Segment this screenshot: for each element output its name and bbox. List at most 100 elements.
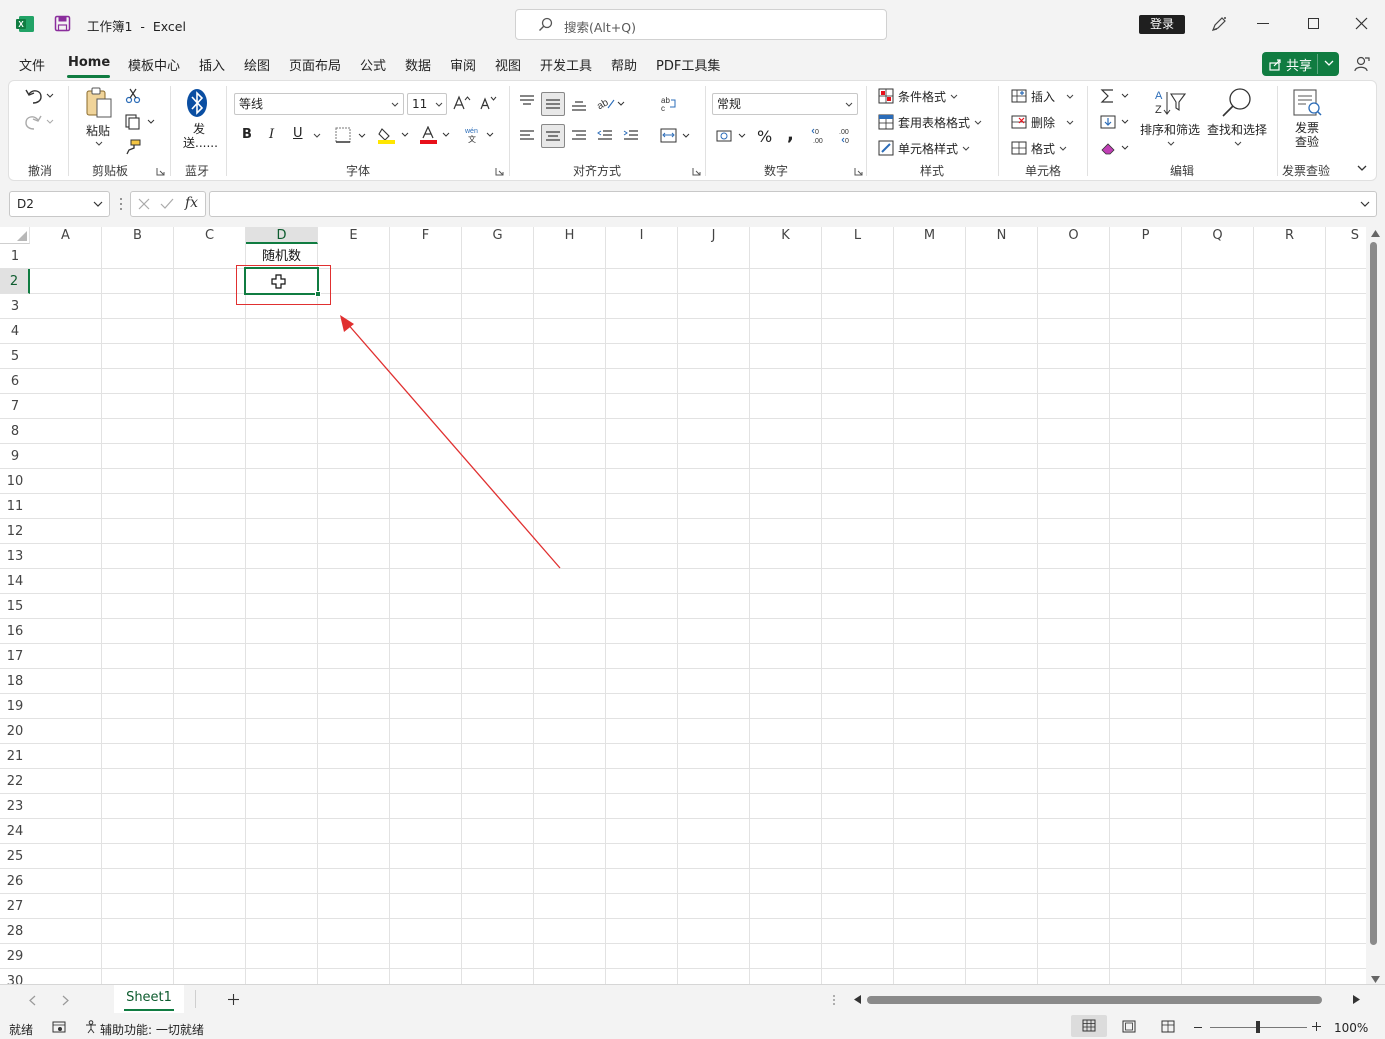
column-header-a[interactable]: A [30, 227, 102, 244]
increase-decimal-icon[interactable]: 0.00 [811, 127, 829, 145]
paste-icon[interactable] [84, 87, 114, 119]
underline-icon[interactable]: U [293, 126, 303, 141]
row-header-21[interactable]: 21 [0, 744, 30, 769]
column-header-j[interactable]: J [678, 227, 750, 244]
table-format-button[interactable]: 套用表格格式 [898, 114, 970, 131]
designer-pen-icon[interactable] [1209, 14, 1229, 34]
invoice-check-icon[interactable] [1292, 88, 1324, 118]
accessibility-icon[interactable] [84, 1020, 98, 1034]
cell-styles-button[interactable]: 单元格样式 [898, 140, 958, 157]
cut-icon[interactable] [125, 88, 141, 104]
send-label[interactable]: 发送...... [183, 122, 218, 150]
row-header-23[interactable]: 23 [0, 794, 30, 819]
column-header-f[interactable]: F [390, 227, 462, 244]
tab-formulas[interactable]: 公式 [360, 55, 386, 74]
row-header-29[interactable]: 29 [0, 944, 30, 969]
ribbon-collapse-icon[interactable] [1357, 165, 1367, 172]
page-layout-view-icon[interactable] [1122, 1020, 1136, 1033]
save-icon[interactable] [54, 15, 71, 32]
decrease-decimal-icon[interactable]: .00 0 [837, 127, 855, 145]
scroll-right-icon[interactable] [1353, 995, 1360, 1004]
row-header-12[interactable]: 12 [0, 519, 30, 544]
row-header-14[interactable]: 14 [0, 569, 30, 594]
row-header-30[interactable]: 30 [0, 969, 30, 984]
zoom-out-icon[interactable] [1194, 1027, 1202, 1028]
column-header-r[interactable]: R [1254, 227, 1326, 244]
search-box[interactable]: 搜索(Alt+Q) [515, 9, 887, 40]
row-header-13[interactable]: 13 [0, 544, 30, 569]
column-header-p[interactable]: P [1110, 227, 1182, 244]
close-button[interactable] [1355, 17, 1368, 30]
chevron-down-icon[interactable] [1234, 141, 1242, 146]
row-header-16[interactable]: 16 [0, 619, 30, 644]
bluetooth-icon[interactable] [186, 88, 208, 118]
scroll-up-icon[interactable] [1371, 230, 1380, 237]
insert-cells-icon[interactable] [1011, 88, 1027, 104]
row-header-17[interactable]: 17 [0, 644, 30, 669]
row-header-10[interactable]: 10 [0, 469, 30, 494]
delete-cells-icon[interactable] [1011, 114, 1027, 130]
zoom-level[interactable]: 100% [1334, 1021, 1368, 1035]
dialog-launcher-icon[interactable] [156, 167, 165, 176]
chevron-down-icon[interactable] [1360, 201, 1370, 208]
horizontal-scroll-thumb[interactable] [867, 996, 1322, 1004]
row-header-20[interactable]: 20 [0, 719, 30, 744]
tab-review[interactable]: 审阅 [450, 55, 476, 74]
zoom-slider-thumb[interactable] [1256, 1021, 1260, 1033]
fill-color-icon[interactable] [378, 126, 412, 144]
borders-icon[interactable] [335, 127, 369, 143]
font-name-dropdown[interactable]: 等线 [234, 93, 404, 115]
minimize-button[interactable] [1257, 23, 1269, 24]
chevron-down-icon[interactable] [1066, 94, 1074, 99]
conditional-format-icon[interactable] [878, 88, 894, 104]
row-header-8[interactable]: 8 [0, 419, 30, 444]
zoom-in-icon[interactable] [1312, 1022, 1321, 1031]
decrease-font-icon[interactable] [480, 95, 498, 111]
autosum-icon[interactable] [1100, 88, 1132, 104]
insert-function-icon[interactable]: fx [185, 195, 198, 211]
chevron-down-icon[interactable] [1059, 146, 1067, 151]
chevron-down-icon[interactable] [974, 120, 982, 125]
chevron-down-icon[interactable] [95, 141, 103, 146]
row-header-15[interactable]: 15 [0, 594, 30, 619]
sort-filter-icon[interactable]: AZ [1153, 88, 1187, 118]
add-sheet-icon[interactable] [227, 993, 240, 1006]
dialog-launcher-icon[interactable] [495, 167, 504, 176]
tab-developer[interactable]: 开发工具 [540, 55, 592, 74]
accounting-format-icon[interactable] [716, 128, 748, 144]
clear-eraser-icon[interactable] [1100, 140, 1132, 156]
scroll-left-icon[interactable] [854, 995, 861, 1004]
vertical-scroll-thumb[interactable] [1370, 242, 1377, 945]
align-bottom-icon[interactable] [571, 97, 587, 111]
column-header-k[interactable]: K [750, 227, 822, 244]
column-header-s[interactable]: S [1326, 227, 1366, 244]
row-header-11[interactable]: 11 [0, 494, 30, 519]
column-header-l[interactable]: L [822, 227, 894, 244]
align-left-icon[interactable] [519, 129, 535, 143]
vertical-scrollbar[interactable] [1366, 227, 1385, 986]
chevron-down-icon[interactable] [1066, 120, 1074, 125]
sheet-prev-icon[interactable] [29, 995, 37, 1006]
chevron-down-icon[interactable] [962, 146, 970, 151]
chevron-down-icon[interactable] [950, 94, 958, 99]
find-select-button[interactable]: 查找和选择 [1207, 121, 1267, 138]
row-header-22[interactable]: 22 [0, 769, 30, 794]
row-header-18[interactable]: 18 [0, 669, 30, 694]
cancel-icon[interactable] [137, 197, 151, 211]
text-orientation-icon[interactable]: ab [597, 94, 627, 112]
tab-template-center[interactable]: 模板中心 [128, 55, 180, 74]
format-cells-icon[interactable] [1011, 140, 1027, 156]
share-button[interactable]: 共享 [1262, 52, 1339, 76]
row-header-28[interactable]: 28 [0, 919, 30, 944]
increase-font-icon[interactable] [453, 95, 471, 111]
row-header-19[interactable]: 19 [0, 694, 30, 719]
column-header-q[interactable]: Q [1182, 227, 1254, 244]
dialog-launcher-icon[interactable] [692, 167, 701, 176]
increase-indent-icon[interactable] [623, 129, 639, 143]
column-header-b[interactable]: B [102, 227, 174, 244]
number-format-dropdown[interactable]: 常规 [712, 93, 858, 115]
row-header-1[interactable]: 1 [0, 244, 30, 269]
column-header-g[interactable]: G [462, 227, 534, 244]
formula-bar-more-icon[interactable] [119, 197, 123, 211]
row-header-4[interactable]: 4 [0, 319, 30, 344]
